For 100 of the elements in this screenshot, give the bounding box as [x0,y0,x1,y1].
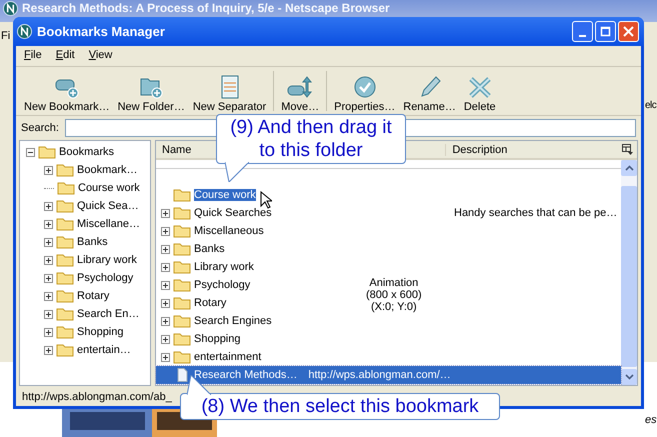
folder-icon [173,332,191,346]
toolbar-button[interactable]: Rename… [399,72,460,115]
folder-icon [56,163,74,177]
status-text: http://wps.ablongman.com/ab_ [22,391,172,403]
expand-icon[interactable] [44,166,53,174]
list-item[interactable]: Library work [194,261,254,273]
expand-icon[interactable] [44,292,53,300]
browser-page-text: elc [645,100,656,111]
folder-icon [56,199,74,213]
expand-icon[interactable] [44,328,53,336]
folder-icon [56,271,74,285]
menu-item[interactable]: View [88,49,112,63]
list-item[interactable]: Search Engines [194,315,272,327]
folder-icon [173,296,191,310]
expand-icon[interactable] [44,256,53,264]
scrollbar[interactable] [621,160,637,385]
toolbar-button[interactable]: New Separator [188,72,270,115]
tree-item[interactable]: Search En… [77,308,140,320]
folder-icon [56,325,74,339]
folder-icon [56,289,74,303]
tree-item[interactable]: Miscellane… [77,218,140,230]
expand-icon[interactable] [44,274,53,282]
minimize-button[interactable] [572,21,593,42]
menu-item[interactable]: Edit [56,49,75,63]
expand-icon[interactable] [44,202,53,210]
folder-icon [56,235,74,249]
tree-item[interactable]: Bookmarks [59,146,114,158]
column-header[interactable]: Name [156,144,196,156]
expand-icon[interactable] [161,262,170,272]
list-item[interactable]: Psychology [194,279,250,291]
expand-icon[interactable] [161,208,170,218]
folder-icon [173,350,191,364]
column-header[interactable]: Description [445,144,622,156]
toolbar-button[interactable]: Properties… [330,72,400,115]
expand-icon[interactable] [161,244,170,254]
expand-icon[interactable] [44,220,53,228]
collapse-icon[interactable] [26,148,35,156]
folder-icon [56,343,74,357]
folder-description: Handy searches that can be pe… [454,207,618,219]
expand-icon[interactable] [161,280,170,290]
menu-item[interactable]: File [24,49,42,63]
tree-item[interactable]: Quick Sea… [77,200,139,212]
toolbar-button[interactable]: Delete [460,72,500,115]
tree-item[interactable]: entertain… [77,344,131,356]
list-item[interactable]: entertainment [194,351,262,363]
bookmark-location: http://wps.ablongman.com/… [308,369,451,381]
list-item[interactable]: Research Methods… [194,369,298,381]
expand-icon[interactable] [44,346,53,354]
browser-page-text: es [645,414,657,426]
logo [17,24,32,39]
list-item[interactable]: Quick Searches [194,207,272,219]
folder-icon [173,242,191,256]
folder-icon [173,260,191,274]
tree-item[interactable]: Shopping [77,326,124,338]
maximize-button[interactable] [595,21,616,42]
callout-pointer [225,162,249,182]
folder-icon [173,206,191,220]
expand-icon[interactable] [161,226,170,236]
list-item[interactable]: Shopping [194,333,240,345]
tree-item[interactable]: Library work [77,254,137,266]
expand-icon[interactable] [161,316,170,326]
maximize-icon [600,26,611,37]
folder-icon [38,145,56,159]
list-item[interactable]: Miscellaneous [194,225,264,237]
folder-icon [173,278,191,292]
folder-icon [56,217,74,231]
toolbar-button[interactable]: Move… [277,72,324,115]
tree-item[interactable]: Bookmark… [77,164,138,176]
list-item[interactable]: Rotary [194,297,226,309]
column-picker-icon[interactable] [622,144,633,155]
overlay-note: Animation (800 x 600) (X:0; Y:0) [366,277,422,313]
cursor-icon [260,191,272,209]
tree-item[interactable]: Banks [77,236,108,248]
browser-menu-item[interactable]: Fi [1,30,10,42]
list-item[interactable]: Course work [194,189,256,201]
scroll-up-icon[interactable] [624,165,634,171]
expand-icon[interactable] [161,352,170,362]
expand-icon[interactable] [44,310,53,318]
toolbar-button[interactable]: New Bookmark… [20,72,114,115]
toolbar-button[interactable]: New Folder… [114,72,189,115]
folder-icon [173,224,191,238]
folder-icon [56,253,74,267]
folder-icon [173,314,191,328]
close-button[interactable] [618,21,639,42]
tree-item[interactable]: Course work [78,182,140,194]
folder-icon [173,188,191,202]
tree-item[interactable]: Psychology [77,272,134,284]
search-label: Search: [21,122,59,134]
scroll-down-icon[interactable] [624,374,634,380]
arrows-icon [286,74,314,100]
tree-item[interactable]: Rotary [77,290,110,302]
close-icon [623,26,634,37]
expand-icon[interactable] [44,238,53,246]
minimize-icon [579,34,586,36]
folder-icon [57,181,75,195]
expand-icon[interactable] [161,334,170,344]
list-item[interactable]: Banks [194,243,225,255]
expand-icon[interactable] [161,298,170,308]
browser-title: Research Methods: A Process of Inquiry, 5/e - Netscape Browser [22,1,390,15]
window-title: Bookmarks Manager [37,24,166,39]
